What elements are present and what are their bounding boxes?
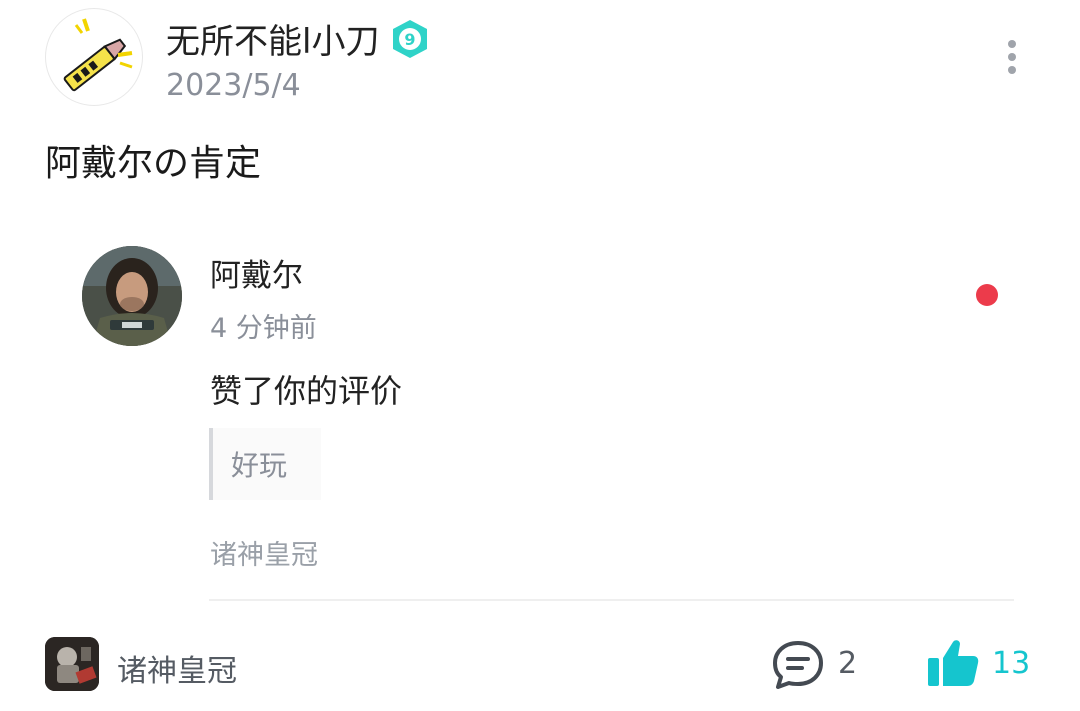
author-name[interactable]: 无所不能l小刀	[166, 14, 379, 63]
notifier-avatar[interactable]	[82, 246, 182, 346]
comment-count[interactable]: 2	[838, 646, 857, 681]
divider	[209, 599, 1014, 601]
post-title: 阿戴尔の肯定	[45, 143, 262, 184]
like-count[interactable]: 13	[992, 646, 1030, 681]
notification-game-name[interactable]: 诸神皇冠	[210, 533, 318, 572]
hexagon-level-icon: 9	[389, 18, 431, 60]
post-page: 无所不能l小刀 9 2023/5/4 阿戴尔の肯定 阿戴尔 4 分钟前 赞了你的…	[0, 0, 1080, 711]
level-number: 9	[405, 30, 416, 49]
quoted-review-text: 好玩	[231, 449, 288, 482]
game-icon[interactable]	[45, 637, 99, 691]
notification-time: 4 分钟前	[210, 313, 317, 344]
notifier-name[interactable]: 阿戴尔	[210, 250, 303, 295]
utility-knife-icon	[63, 18, 133, 92]
unread-dot	[976, 284, 998, 306]
more-vertical-icon[interactable]	[1000, 40, 1024, 74]
comment-bubble-icon[interactable]	[770, 638, 826, 692]
footer-game-name[interactable]: 诸神皇冠	[117, 646, 237, 690]
thumbs-up-icon[interactable]	[925, 636, 981, 690]
notification-action: 赞了你的评价	[210, 372, 403, 410]
post-date: 2023/5/4	[166, 68, 301, 103]
author-name-row[interactable]: 无所不能l小刀 9	[166, 14, 431, 63]
quoted-review[interactable]: 好玩	[209, 428, 321, 500]
author-avatar[interactable]	[45, 8, 143, 106]
